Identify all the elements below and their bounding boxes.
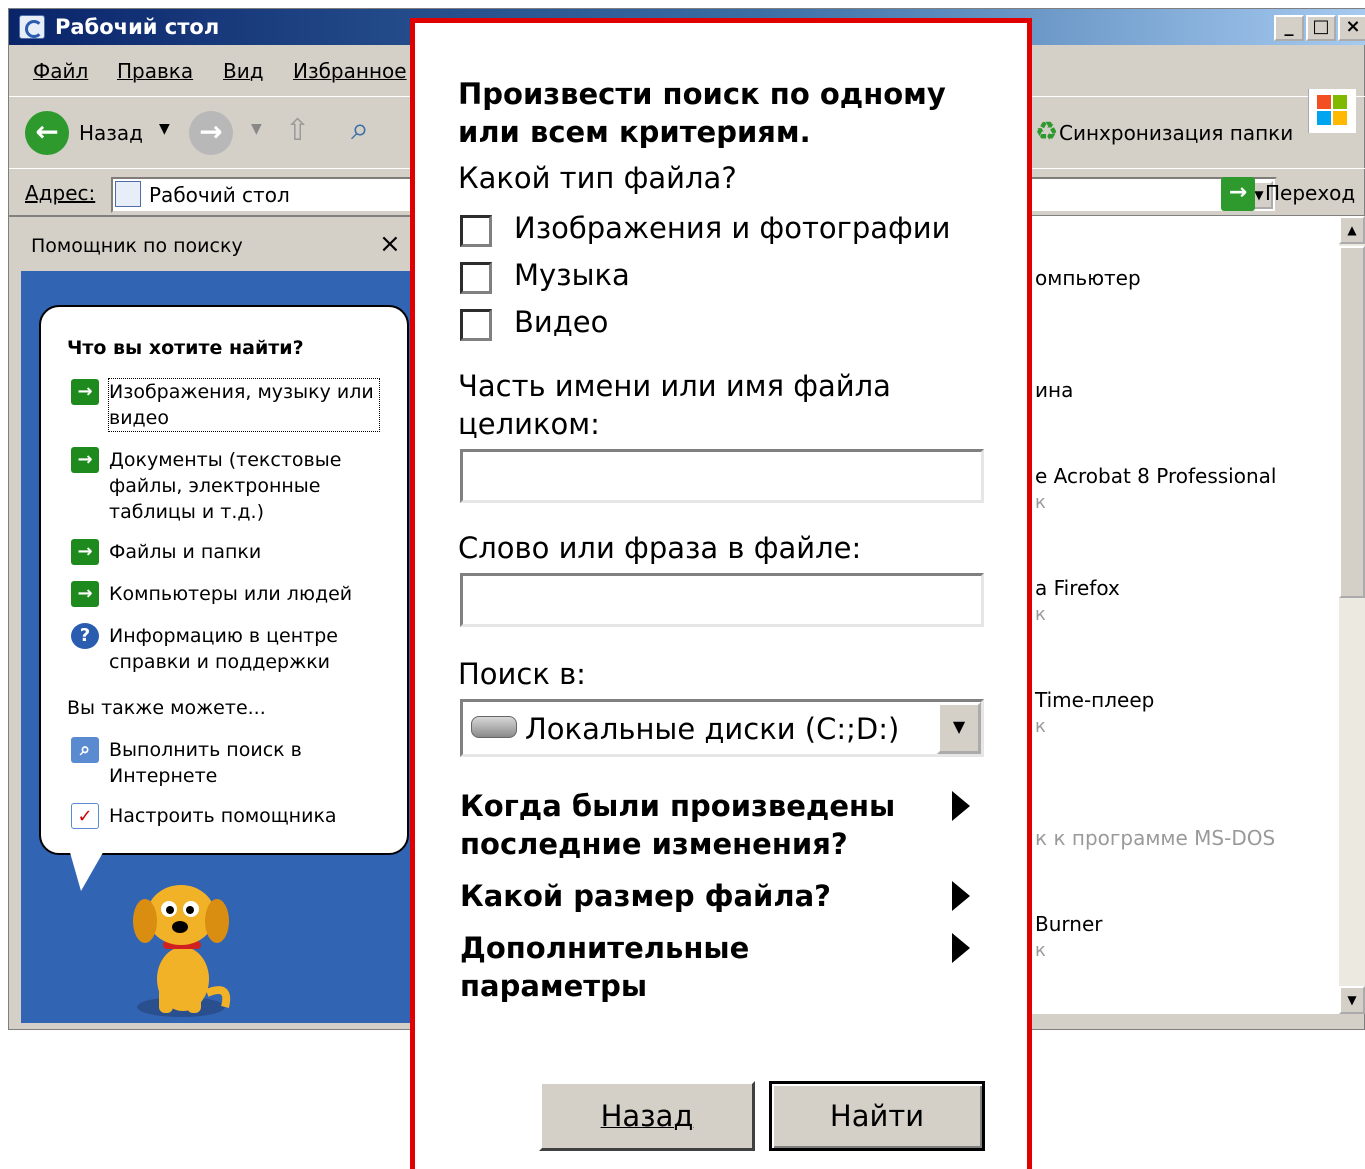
close-pane-icon[interactable]: × [379,229,401,259]
search-icon[interactable]: ⌕ [351,109,369,148]
arrow-right-icon: → [71,581,99,607]
option-web-search[interactable]: Выполнить поиск в Интернете [109,737,349,789]
menu-file[interactable]: Файл [33,59,88,83]
criteria-heading: Произвести поиск по одному или всем крит… [458,77,946,149]
option-files-folders[interactable]: Файлы и папки [109,539,261,565]
arrow-right-icon: → [71,539,99,565]
expander-file-size[interactable]: Какой размер файла? [460,877,990,917]
minimize-button[interactable]: _ [1274,15,1304,41]
images-checkbox[interactable] [460,215,492,247]
maximize-button[interactable]: □ [1306,15,1336,41]
desktop-icon [115,181,141,207]
music-checkbox[interactable] [460,262,492,294]
forward-dropdown-icon[interactable]: ▼ [251,121,262,137]
up-folder-icon[interactable]: ⇧ [285,113,310,148]
phrase-input[interactable] [460,573,984,627]
help-icon: ? [71,623,99,649]
search-in-value: Локальные диски (C:;D:) [525,712,900,746]
menu-favorites[interactable]: Избранное [293,59,407,83]
back-arrow-icon[interactable]: ← [25,111,69,155]
close-button[interactable]: × [1338,15,1365,41]
go-button[interactable]: Переход [1265,181,1355,205]
go-arrow-icon[interactable]: → [1221,177,1255,211]
list-item-sub: к [1035,716,1046,737]
video-checkbox-label[interactable]: Видео [514,305,608,339]
scroll-thumb[interactable] [1339,246,1365,598]
web-search-icon: ⌕ [71,737,99,763]
list-item-sub: к [1035,492,1046,513]
file-type-question: Какой тип файла? [458,161,737,195]
find-button[interactable]: Найти [769,1081,985,1151]
phrase-label: Слово или фраза в файле: [458,531,862,565]
list-item[interactable]: к к программе MS-DOS [1035,826,1275,850]
expand-arrow-icon[interactable] [952,791,970,821]
file-name-label: Часть имени или имя файла целиком: [458,369,891,441]
list-item[interactable]: омпьютер [1035,266,1141,290]
list-item[interactable]: a Firefox [1035,576,1120,600]
expand-arrow-icon[interactable] [952,881,970,911]
back-button[interactable]: Назад [539,1081,755,1151]
option-documents[interactable]: Документы (текстовые файлы, электронные … [109,447,369,525]
expander-advanced-label[interactable]: Дополнительные параметры [460,929,780,1005]
scroll-down-icon[interactable]: ▼ [1339,986,1365,1014]
window-title: Рабочий стол [55,15,220,39]
search-criteria-panel: Произвести поиск по одному или всем крит… [410,18,1032,1169]
list-item-sub: к [1035,604,1046,625]
menu-edit[interactable]: Правка [117,59,193,83]
expand-arrow-icon[interactable] [952,933,970,963]
list-item-sub: к [1035,940,1046,961]
list-item[interactable]: e Acrobat 8 Professional [1035,464,1276,488]
search-pane: Что вы хотите найти? → Изображения, музы… [21,271,413,1023]
file-list: омпьютер ина e Acrobat 8 Professional к … [1029,216,1339,1014]
sync-folder-button[interactable]: Синхронизация папки [1059,121,1293,145]
search-in-select[interactable]: Локальные диски (C:;D:) ▼ [460,699,984,757]
speech-bubble-tail [69,849,105,891]
list-item[interactable]: Time-плеер [1035,688,1154,712]
back-button-label: Назад [600,1099,694,1133]
scroll-up-icon[interactable]: ▲ [1339,216,1365,244]
option-customize-assistant[interactable]: Настроить помощника [109,803,337,829]
list-item[interactable]: ина [1035,378,1073,402]
search-criteria-content: Произвести поиск по одному или всем крит… [415,23,1027,1169]
screen: Рабочий стол _ □ × Файл Правка Вид Избра… [0,0,1365,1169]
address-value: Рабочий стол [149,183,290,207]
menu-view[interactable]: Вид [223,59,264,83]
option-help-center[interactable]: Информацию в центре справки и поддержки [109,623,369,675]
dropdown-arrow-icon[interactable]: ▼ [937,702,981,754]
option-media[interactable]: Изображения, музыку или видео [108,378,380,432]
search-in-label: Поиск в: [458,657,586,691]
arrow-right-icon: → [71,379,99,405]
desktop-folder-icon [19,15,45,39]
checklist-icon: ✓ [71,803,99,829]
arrow-right-icon: → [71,447,99,473]
hard-drive-icon [471,716,517,738]
search-pane-header: Помощник по поиску × [21,221,411,271]
expander-modified-date-label[interactable]: Когда были произведены последние изменен… [460,787,930,863]
vertical-scrollbar[interactable]: ▲ ▼ [1339,216,1365,1014]
back-button-label[interactable]: Назад [79,121,143,145]
assistant-question: Что вы хотите найти? [67,337,304,359]
music-checkbox-label[interactable]: Музыка [514,258,630,292]
also-label: Вы также можете... [67,697,266,719]
sync-icon: ♻ [1035,117,1059,147]
list-item[interactable]: Burner [1035,912,1102,936]
file-name-input[interactable] [460,449,984,503]
video-checkbox[interactable] [460,309,492,341]
expander-modified-date[interactable]: Когда были произведены последние изменен… [460,787,990,867]
expander-file-size-label[interactable]: Какой размер файла? [460,877,930,915]
forward-arrow-icon[interactable]: → [189,111,233,155]
back-dropdown-icon[interactable]: ▼ [159,121,170,137]
option-computers-people[interactable]: Компьютеры или людей [109,581,352,607]
search-pane-title: Помощник по поиску [31,235,243,257]
address-label: Адрес: [25,181,96,205]
images-checkbox-label[interactable]: Изображения и фотографии [514,211,951,245]
search-dog-icon [133,885,231,1017]
expander-advanced[interactable]: Дополнительные параметры [460,929,990,1009]
speech-bubble: Что вы хотите найти? → Изображения, музы… [39,305,409,855]
